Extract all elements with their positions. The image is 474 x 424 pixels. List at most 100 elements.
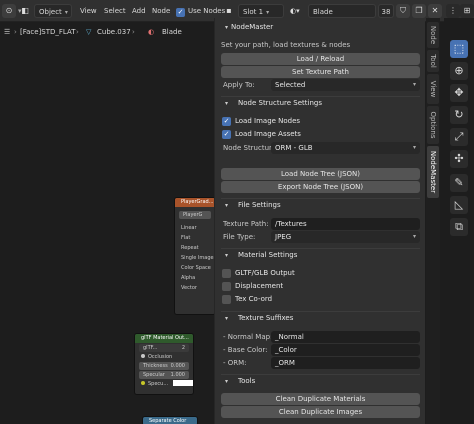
- extension-option[interactable]: Repeat: [175, 243, 215, 253]
- user-count[interactable]: 38: [378, 4, 394, 18]
- use-nodes-toggle[interactable]: ✓ Use Nodes: [176, 4, 225, 18]
- base-color-suffix-input[interactable]: _Color: [271, 344, 420, 356]
- rotate-icon[interactable]: ↻: [450, 106, 468, 124]
- annotate-icon[interactable]: ✎: [450, 174, 468, 192]
- field-value: 1.000: [170, 372, 185, 378]
- cursor-icon[interactable]: ⊕: [450, 62, 468, 80]
- slot-dropdown[interactable]: Slot 1 ▾: [238, 4, 284, 18]
- pin-icon[interactable]: ▪: [222, 4, 236, 18]
- base-color-label: - Base Color:: [223, 346, 268, 354]
- panel-header[interactable]: ▾ NodeMaster: [215, 21, 426, 34]
- load-image-nodes-checkbox[interactable]: ✓: [222, 117, 231, 126]
- clean-duplicate-materials-button[interactable]: Clean Duplicate Materials: [221, 393, 420, 405]
- gltf-output-checkbox[interactable]: [222, 269, 231, 278]
- set-texture-path-button[interactable]: Set Texture Path: [221, 66, 420, 78]
- orm-suffix-input[interactable]: _ORM: [271, 357, 420, 369]
- load-image-assets-checkbox[interactable]: ✓: [222, 130, 231, 139]
- normal-map-label: - Normal Map:: [223, 333, 273, 341]
- interpolation-option[interactable]: Linear: [175, 223, 215, 233]
- export-node-tree-button[interactable]: Export Node Tree (JSON): [221, 181, 420, 193]
- add-cube-icon[interactable]: ⧉: [450, 218, 468, 236]
- thickness-field[interactable]: Thickness 0.000: [139, 362, 189, 370]
- tab-nodemaster[interactable]: NodeMaster: [427, 146, 439, 198]
- material-browse-icon[interactable]: ◐▾: [290, 4, 300, 18]
- close-icon[interactable]: ✕: [428, 4, 442, 18]
- chevron-down-icon: ▾: [225, 315, 229, 322]
- scale-icon[interactable]: ⤢: [450, 128, 468, 146]
- socket-icon[interactable]: [141, 354, 145, 358]
- gltf-material-output-node[interactable]: glTF Material Out... glTF... 2 Occlusion…: [134, 333, 194, 395]
- material-name: Blade: [313, 8, 333, 16]
- socket-icon[interactable]: [141, 381, 145, 385]
- image-selector[interactable]: PlayerG: [179, 211, 211, 219]
- displacement-checkbox[interactable]: [222, 282, 231, 291]
- normal-map-suffix-input[interactable]: _Normal: [271, 331, 420, 343]
- load-node-tree-button[interactable]: Load Node Tree (JSON): [221, 168, 420, 180]
- clean-duplicate-images-button[interactable]: Clean Duplicate Images: [221, 406, 420, 418]
- chevron-down-icon: ▾: [225, 252, 229, 259]
- node-title: Separate Color: [149, 418, 187, 424]
- specular-field[interactable]: Specular 1.000: [139, 371, 189, 379]
- load-image-assets-label: Load Image Assets: [235, 130, 301, 138]
- nodemaster-panel: ▾ NodeMaster Set your path, load texture…: [214, 18, 425, 424]
- node-group-selector[interactable]: glTF... 2: [139, 344, 189, 352]
- menu-node[interactable]: Node: [152, 4, 170, 18]
- section-title: File Settings: [238, 201, 281, 209]
- apply-to-dropdown[interactable]: Selected ▾: [271, 79, 420, 91]
- texture-path-input[interactable]: /Textures: [271, 218, 420, 230]
- fake-user-shield-icon[interactable]: ⛉: [396, 4, 410, 18]
- player-gradient-node[interactable]: PlayerGrad... PlayerG Linear Flat Repeat…: [174, 197, 216, 315]
- editor-type-icon[interactable]: ⊙: [2, 4, 16, 18]
- node-title: glTF Material Out...: [141, 335, 189, 341]
- tools-section-header[interactable]: ▾ Tools: [215, 375, 426, 388]
- tex-coord-checkbox[interactable]: [222, 295, 231, 304]
- menu-add[interactable]: Add: [132, 4, 146, 18]
- tab-label: View: [429, 80, 437, 98]
- chevron-down-icon: ▾: [266, 9, 270, 16]
- measure-icon[interactable]: ◺: [450, 196, 468, 214]
- move-icon[interactable]: ✥: [450, 84, 468, 102]
- texture-suffixes-section-header[interactable]: ▾ Texture Suffixes: [215, 312, 426, 325]
- gltf-output-label: GLTF/GLB Output: [235, 269, 295, 277]
- separate-color-node[interactable]: Separate Color: [142, 416, 198, 424]
- projection-option[interactable]: Flat: [175, 233, 215, 243]
- select-box-icon[interactable]: ⬚: [450, 40, 468, 58]
- file-type-label: File Type:: [223, 233, 256, 241]
- pin-icon[interactable]: ⋮: [446, 4, 460, 18]
- color-swatch[interactable]: [172, 380, 193, 386]
- image-name: PlayerG: [183, 212, 203, 218]
- input-label: Occlusion: [148, 354, 173, 360]
- tab-options[interactable]: Options: [427, 106, 439, 144]
- orm-label: - ORM:: [223, 359, 247, 367]
- chevron-down-icon: ▾: [225, 24, 229, 31]
- transform-icon[interactable]: ✣: [450, 150, 468, 168]
- load-reload-button[interactable]: Load / Reload: [221, 53, 420, 65]
- panel-description: Set your path, load textures & nodes: [221, 41, 351, 49]
- node-header: glTF Material Out...: [135, 334, 193, 343]
- tab-node[interactable]: Node: [427, 22, 439, 48]
- tab-label: Node: [429, 25, 437, 45]
- duplicate-icon[interactable]: ❐: [412, 4, 426, 18]
- mode-dropdown[interactable]: Object ▾: [34, 4, 72, 18]
- specular-color-input: Specu...: [135, 380, 193, 388]
- object-shader-icon[interactable]: ◧: [18, 4, 32, 18]
- field-label: Thickness: [143, 363, 168, 369]
- file-type-dropdown[interactable]: JPEG ▾: [271, 231, 420, 243]
- tab-label: Options: [429, 111, 437, 139]
- node-structure-value: ORM - GLB: [275, 144, 313, 152]
- toggle-sidebar-icon[interactable]: ☰: [4, 24, 10, 40]
- source-option[interactable]: Single Image: [175, 253, 215, 263]
- material-name-field[interactable]: Blade: [308, 4, 376, 18]
- mode-label: Object: [39, 8, 62, 16]
- node-structure-section-header[interactable]: ▾ Node Structure Settings: [215, 97, 426, 110]
- node-structure-dropdown[interactable]: ORM - GLB ▾: [271, 142, 420, 154]
- tab-view[interactable]: View: [427, 74, 439, 104]
- menu-view[interactable]: View: [80, 4, 97, 18]
- tab-tool[interactable]: Tool: [427, 50, 439, 72]
- material-settings-section-header[interactable]: ▾ Material Settings: [215, 249, 426, 262]
- file-settings-section-header[interactable]: ▾ File Settings: [215, 199, 426, 212]
- menu-select[interactable]: Select: [104, 4, 126, 18]
- snap-icon[interactable]: ⊞: [460, 4, 474, 18]
- section-title: Texture Suffixes: [238, 314, 294, 322]
- node-group-users: 2: [181, 345, 185, 351]
